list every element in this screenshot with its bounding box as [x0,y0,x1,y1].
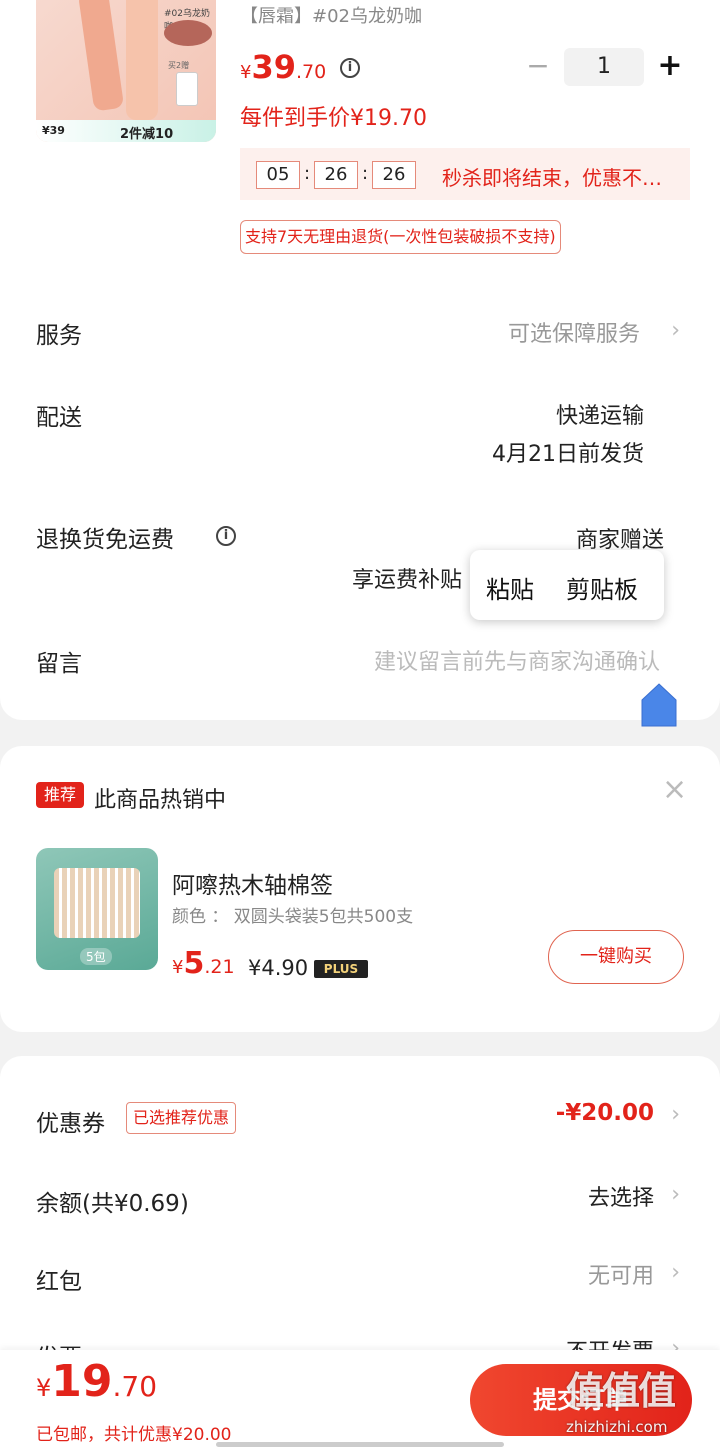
service-value: 可选保障服务 [507,322,640,347]
note-input[interactable]: 建议留言前先与商家沟通确认 [280,638,664,678]
balance-label: 余额(共¥0.69) [36,1191,189,1217]
lipstick-tube [77,0,125,112]
recommend-item-image[interactable]: 5包 [36,848,158,970]
chevron-right-icon: › [671,318,680,343]
rec-price-symbol: ¥ [172,957,184,978]
minus-button[interactable]: − [520,48,556,86]
item-img-tag: 5包 [80,948,112,965]
watermark-logo: 值值值 [566,1369,676,1413]
recommend-card: 推荐 此商品热销中 × 5包 阿嚓热木轴棉签 颜色 ： 双圆头袋装5包共500支… [0,746,720,1032]
countdown-seconds: 26 [372,161,416,189]
chevron-right-icon: › [671,1260,680,1285]
home-indicator [216,1442,504,1447]
countdown-sep-1: : [303,163,311,184]
total-symbol: ¥ [36,1374,52,1402]
return-shipping-subsidy: 享运费补贴 [352,568,463,593]
delivery-method: 快递运输 [555,404,644,429]
quantity-stepper: − 1 + [520,48,690,86]
recommend-item-spec: 颜色 ： 双圆头袋装5包共500支 [172,907,414,927]
recommend-badge: 推荐 [36,782,84,808]
order-card: #02乌龙奶咖 买2赠 ¥39 2件减10 【唇霜】#02乌龙奶咖 ¥39.70… [0,0,720,727]
image-promo-bar: ¥39 2件减10 [36,120,216,142]
rec-price-int: 5 [183,946,205,981]
recommend-item-price: ¥5.21 [172,946,235,981]
lip-swatch [164,20,212,46]
close-icon[interactable]: × [662,772,687,807]
note-label: 留言 [36,651,82,677]
product-price: ¥39.70 [240,48,326,86]
countdown-hours: 05 [256,161,300,189]
chevron-right-icon: › [671,1182,680,1207]
delivery-label: 配送 [36,405,82,431]
price-info-icon[interactable]: i [340,56,360,78]
note-placeholder: 建议留言前先与商家沟通确认 [373,650,660,675]
service-row[interactable]: 可选保障服务 › [470,316,684,350]
return-shipping-info-icon[interactable]: i [216,524,236,546]
plus-button[interactable]: + [652,48,688,86]
plus-price: ¥4.90 [248,956,309,980]
total-summary: 已包邮，共计优惠¥20.00 [36,1425,232,1445]
rec-price-dec: .21 [204,956,235,978]
chevron-right-icon: › [671,1102,680,1127]
image-promo-left: ¥39 [42,124,65,137]
coupon-label: 优惠券 [36,1111,105,1137]
one-click-buy-button[interactable]: 一键购买 [548,930,684,984]
flash-sale-bar: 05 : 26 : 26 秒杀即将结束，优惠不… [240,148,690,200]
per-item-price: 每件到手价¥19.70 [240,106,427,131]
product-variant: 【唇霜】#02乌龙奶咖 [240,6,422,27]
total-price: ¥19.70 [36,1356,157,1407]
coupon-value: -¥20.00 [555,1100,654,1126]
total-int: 19 [51,1356,113,1407]
countdown-minutes: 26 [314,161,358,189]
price-symbol: ¥ [240,62,252,83]
recommend-title: 此商品热销中 [94,788,227,813]
return-policy-tag: 支持7天无理由退货(一次性包装破损不支持) [240,220,561,254]
lipstick-cap [126,0,158,120]
redpacket-value: 无可用 [587,1264,654,1289]
recommend-item-name: 阿嚓热木轴棉签 [172,873,333,899]
cotton-bag [54,868,140,938]
delivery-date: 4月21日前发货 [492,442,644,467]
clipboard-menu-item[interactable]: 剪贴板 [566,570,638,605]
balance-row[interactable]: 去选择 › [500,1180,684,1216]
context-menu: 粘贴 剪贴板 [470,550,664,620]
balance-value: 去选择 [587,1186,654,1211]
watermark-text: zhizhizhi.com [566,1418,668,1436]
coupon-tag: 已选推荐优惠 [126,1102,237,1134]
paste-menu-item[interactable]: 粘贴 [486,570,534,605]
product-image[interactable]: #02乌龙奶咖 买2赠 ¥39 2件减10 [36,0,216,142]
scroll-handle[interactable] [640,682,678,728]
quantity-input[interactable]: 1 [564,48,644,86]
total-dec: .70 [112,1370,158,1403]
redpacket-label: 红包 [36,1269,82,1295]
redpacket-row[interactable]: 无可用 › [500,1258,684,1294]
image-promo-right: 2件减10 [120,127,174,142]
return-shipping-label: 退换货免运费 [36,527,174,553]
gift-bottle [176,72,198,106]
flash-sale-text: 秒杀即将结束，优惠不… [442,166,662,190]
plus-tag: PLUS [314,960,368,978]
price-int: 39 [251,48,296,86]
price-dec: .70 [295,61,327,83]
service-label: 服务 [36,323,82,349]
coupon-row[interactable]: -¥20.00 › [500,1100,684,1136]
countdown-sep-2: : [361,163,369,184]
image-badge: 买2赠 [168,61,190,70]
